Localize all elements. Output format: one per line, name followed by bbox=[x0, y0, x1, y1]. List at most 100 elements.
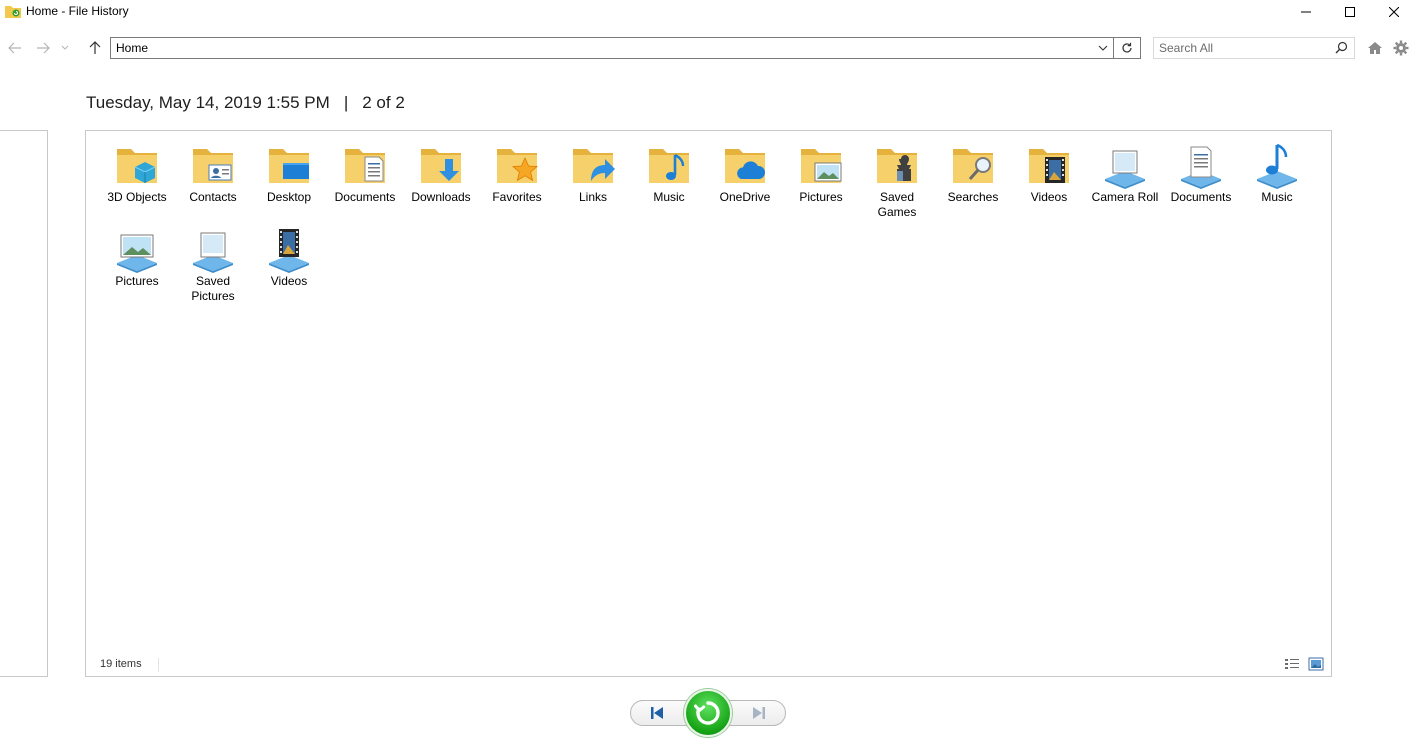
gear-icon bbox=[1393, 40, 1409, 56]
folder-contacts-icon bbox=[193, 149, 233, 183]
up-arrow-icon bbox=[89, 41, 101, 54]
refresh-button[interactable] bbox=[1114, 37, 1141, 59]
folder-item[interactable]: Desktop bbox=[252, 141, 326, 205]
folder-item-label: Links bbox=[578, 190, 607, 204]
search-box[interactable] bbox=[1153, 37, 1355, 59]
folder-downloads-icon bbox=[421, 149, 461, 183]
folder-item-label: Camera Roll bbox=[1091, 190, 1159, 204]
forward-button[interactable] bbox=[33, 38, 53, 58]
previous-version-button[interactable] bbox=[644, 703, 670, 723]
restore-button[interactable] bbox=[684, 689, 732, 737]
close-button[interactable] bbox=[1371, 0, 1417, 24]
status-divider bbox=[158, 658, 159, 672]
folder-item-label: 3D Objects bbox=[107, 190, 167, 204]
back-button[interactable] bbox=[5, 38, 25, 58]
folder-item[interactable]: OneDrive bbox=[708, 141, 782, 205]
folder-item[interactable]: Documents bbox=[1164, 141, 1238, 205]
folder-links-icon bbox=[573, 149, 615, 183]
folder-item[interactable]: Documents bbox=[328, 141, 402, 205]
folder-item[interactable]: Saved Games bbox=[860, 141, 934, 220]
forward-arrow-icon bbox=[37, 42, 50, 54]
search-icon[interactable] bbox=[1335, 41, 1348, 54]
folder-item[interactable]: Pictures bbox=[784, 141, 858, 205]
folder-item[interactable]: Contacts bbox=[176, 141, 250, 205]
home-button[interactable] bbox=[1365, 38, 1385, 58]
previous-snapshot-pane[interactable] bbox=[0, 130, 48, 677]
folder-item-label: Saved Games bbox=[877, 190, 917, 219]
folder-item[interactable]: Music bbox=[632, 141, 706, 205]
folder-item-label: OneDrive bbox=[719, 190, 771, 204]
folder-item-label: Saved Pictures bbox=[191, 274, 235, 303]
folder-item-label: Videos bbox=[270, 274, 308, 288]
address-dropdown-button[interactable] bbox=[1095, 40, 1111, 56]
address-path: Home bbox=[116, 41, 149, 55]
snapshot-date: Tuesday, May 14, 2019 1:55 PM bbox=[86, 93, 330, 112]
back-arrow-icon bbox=[8, 42, 21, 54]
details-view-icon[interactable] bbox=[1284, 657, 1300, 671]
folder-item-label: Contacts bbox=[189, 190, 237, 204]
folder-onedrive-icon bbox=[725, 149, 765, 183]
folder-item-label: Music bbox=[1261, 190, 1293, 204]
home-icon bbox=[1368, 42, 1382, 54]
folder-searches-icon bbox=[953, 149, 993, 183]
snapshot-separator: | bbox=[343, 93, 349, 112]
chevron-down-icon bbox=[1098, 45, 1108, 51]
minimize-button[interactable] bbox=[1283, 0, 1329, 24]
skip-previous-icon bbox=[651, 707, 663, 719]
folder-item[interactable]: Searches bbox=[936, 141, 1010, 205]
maximize-icon bbox=[1345, 7, 1355, 17]
folder-3d-objects-icon bbox=[117, 149, 157, 183]
folder-item-label: Downloads bbox=[411, 190, 471, 204]
address-bar[interactable]: Home bbox=[110, 37, 1114, 59]
folder-item-label: Pictures bbox=[115, 274, 159, 288]
minimize-icon bbox=[1301, 11, 1311, 13]
snapshot-position: 2 of 2 bbox=[362, 93, 405, 112]
snapshot-date-heading: Tuesday, May 14, 2019 1:55 PM | 2 of 2 bbox=[86, 93, 405, 113]
folder-desktop-icon bbox=[269, 149, 309, 183]
folder-item[interactable]: Videos bbox=[1012, 141, 1086, 205]
folder-videos-icon bbox=[1029, 149, 1069, 183]
restore-icon bbox=[694, 701, 720, 725]
next-version-button[interactable] bbox=[746, 703, 772, 723]
library-camera-roll-icon bbox=[1105, 150, 1145, 189]
window-title: Home - File History bbox=[26, 4, 129, 18]
refresh-icon bbox=[1122, 42, 1132, 53]
folder-item-label: Pictures bbox=[799, 190, 843, 204]
library-music-icon bbox=[1257, 143, 1297, 189]
folder-music-icon bbox=[649, 149, 689, 183]
folder-item[interactable]: Saved Pictures bbox=[176, 225, 250, 304]
folder-item-label: Music bbox=[653, 190, 685, 204]
close-icon bbox=[1389, 7, 1399, 17]
library-saved-pictures-icon bbox=[193, 232, 233, 273]
maximize-button[interactable] bbox=[1327, 0, 1373, 24]
snapshot-content-pane: 3D Objects Contacts Desktop Documents Downlo… bbox=[85, 130, 1332, 677]
large-icons-view-icon[interactable] bbox=[1308, 657, 1324, 671]
folder-item[interactable]: Videos bbox=[252, 225, 326, 289]
library-videos-icon bbox=[269, 229, 309, 273]
recent-locations-button[interactable] bbox=[58, 38, 72, 58]
folder-item[interactable]: 3D Objects bbox=[100, 141, 174, 205]
folder-item-label: Favorites bbox=[492, 190, 542, 204]
folder-item[interactable]: Pictures bbox=[100, 225, 174, 289]
title-bar: Home - File History bbox=[0, 0, 1417, 24]
folder-item-label: Videos bbox=[1030, 190, 1068, 204]
chevron-down-icon bbox=[61, 45, 69, 50]
folder-item-label: Documents bbox=[1170, 190, 1232, 204]
file-history-app-icon bbox=[5, 6, 21, 18]
folder-item[interactable]: Favorites bbox=[480, 141, 554, 205]
item-count: 19 items bbox=[100, 658, 142, 670]
search-input[interactable] bbox=[1154, 38, 1330, 58]
folder-documents-icon bbox=[345, 149, 385, 183]
library-pictures-icon bbox=[117, 234, 157, 273]
library-documents-icon bbox=[1181, 146, 1221, 189]
skip-next-icon bbox=[753, 707, 765, 719]
folder-item-label: Searches bbox=[947, 190, 999, 204]
folder-item[interactable]: Downloads bbox=[404, 141, 478, 205]
up-button[interactable] bbox=[85, 38, 105, 58]
folder-pictures-icon bbox=[801, 149, 842, 183]
folder-item[interactable]: Music bbox=[1240, 141, 1314, 205]
folder-item[interactable]: Links bbox=[556, 141, 630, 205]
settings-button[interactable] bbox=[1391, 38, 1411, 58]
folder-item[interactable]: Camera Roll bbox=[1088, 141, 1162, 205]
folder-item-label: Documents bbox=[334, 190, 396, 204]
